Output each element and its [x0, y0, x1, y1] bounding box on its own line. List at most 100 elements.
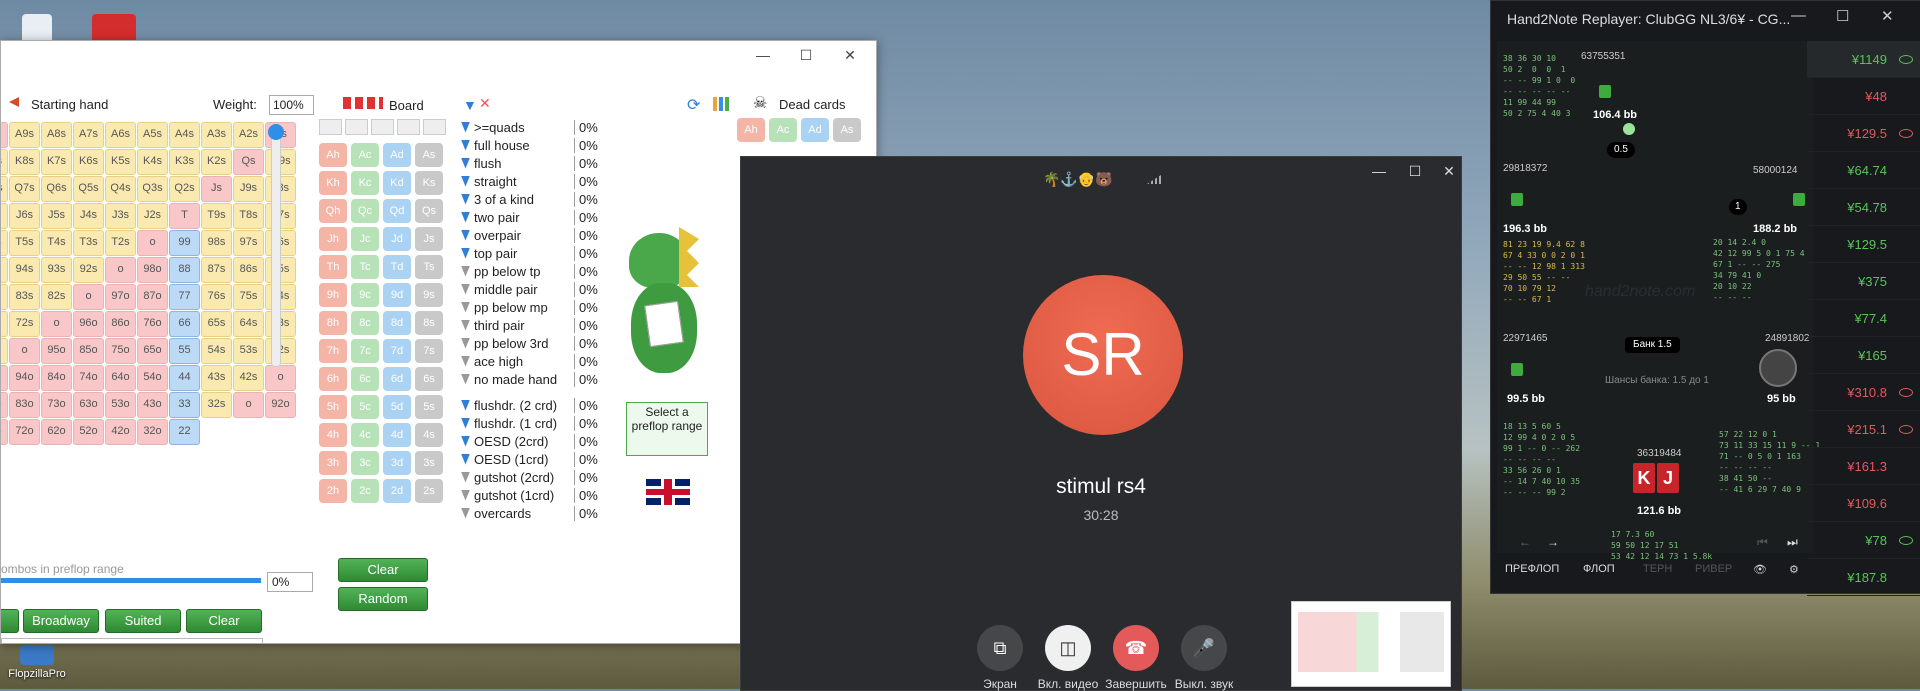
range-cell[interactable]: T2s	[105, 230, 136, 256]
board-card[interactable]: Kd	[383, 171, 411, 195]
board-card[interactable]: As	[415, 143, 443, 167]
board-card[interactable]: Td	[383, 255, 411, 279]
range-cell[interactable]: 33	[169, 392, 200, 418]
range-cell[interactable]: K3s	[169, 149, 200, 175]
filter-icon[interactable]	[461, 337, 470, 349]
range-cell[interactable]: Q5s	[73, 176, 104, 202]
uk-flag-icon[interactable]	[646, 479, 690, 505]
range-cell[interactable]: 62o	[41, 419, 72, 445]
range-cell[interactable]: 86s	[233, 257, 264, 283]
range-cell[interactable]: 94s	[9, 257, 40, 283]
hand-category-row[interactable]: straight 0%	[461, 172, 609, 190]
maximize-icon[interactable]: ☐	[1836, 7, 1849, 25]
range-cell[interactable]: o	[9, 338, 40, 364]
range-cell[interactable]: 97s	[233, 230, 264, 256]
close-icon[interactable]: ✕	[1435, 163, 1463, 180]
range-cell[interactable]: Q4s	[105, 176, 136, 202]
board-card[interactable]: Qc	[351, 199, 379, 223]
range-cell[interactable]: o	[137, 230, 168, 256]
range-grid[interactable]: TsA9sA8sA7sA6sA5sA4sA3sA2sKsK9sK8sK7sK6s…	[1, 122, 296, 445]
range-cell[interactable]: 93o	[1, 392, 8, 418]
tab-flop[interactable]: ФЛОП	[1583, 563, 1615, 575]
range-cell[interactable]: T	[169, 203, 200, 229]
board-card[interactable]: Th	[319, 255, 347, 279]
board-card[interactable]: 9d	[383, 283, 411, 307]
range-cell[interactable]: 85o	[73, 338, 104, 364]
range-cell[interactable]: Q3s	[137, 176, 168, 202]
tab-turn[interactable]: ТЕРН	[1643, 563, 1672, 575]
maximize-icon[interactable]: ☐	[794, 47, 818, 64]
range-cell[interactable]: o	[73, 284, 104, 310]
board-card[interactable]: Kc	[351, 171, 379, 195]
range-cell[interactable]: Ts	[1, 122, 8, 148]
range-cell[interactable]: T5s	[9, 230, 40, 256]
range-cell[interactable]: K8s	[9, 149, 40, 175]
range-cell[interactable]: o	[1, 365, 8, 391]
range-cell[interactable]: 73o	[41, 392, 72, 418]
hand-category-row[interactable]: pp below 3rd 0%	[461, 334, 609, 352]
filter-icon[interactable]	[461, 453, 470, 465]
dead-card[interactable]: Ad	[801, 118, 829, 142]
range-cell[interactable]: 53o	[105, 392, 136, 418]
board-card[interactable]: 3d	[383, 451, 411, 475]
range-cell[interactable]: J2s	[137, 203, 168, 229]
screen-share-button[interactable]: ⧉	[977, 625, 1023, 671]
range-cell[interactable]: A9s	[9, 122, 40, 148]
range-cell[interactable]: Js	[201, 176, 232, 202]
board-card[interactable]: 8c	[351, 311, 379, 335]
filter-icon[interactable]	[461, 247, 470, 259]
range-cell[interactable]: 99	[169, 230, 200, 256]
mute-button[interactable]: 🎤	[1181, 625, 1227, 671]
board-card[interactable]: Js	[415, 227, 443, 251]
filter-icon[interactable]	[461, 157, 470, 169]
board-card[interactable]: 2s	[415, 479, 443, 503]
session-item[interactable]: ¥64.74	[1807, 152, 1920, 189]
clear-filter-icon[interactable]: ✕	[479, 95, 491, 112]
range-cell[interactable]: Q8s	[1, 176, 8, 202]
board-card[interactable]: Jh	[319, 227, 347, 251]
range-cell[interactable]: 84s	[1, 284, 8, 310]
back-arrow-icon[interactable]	[9, 97, 19, 107]
board-card[interactable]: 6h	[319, 367, 347, 391]
board-card[interactable]: 3c	[351, 451, 379, 475]
hand-category-row[interactable]: two pair 0%	[461, 208, 609, 226]
self-preview-thumbnail[interactable]	[1291, 601, 1451, 687]
board-card[interactable]: 9s	[415, 283, 443, 307]
eye-icon[interactable]	[1899, 387, 1913, 397]
range-cell[interactable]: Q6s	[41, 176, 72, 202]
range-cell[interactable]: 63o	[73, 392, 104, 418]
range-cell[interactable]: 84o	[41, 365, 72, 391]
range-cell[interactable]: 72s	[9, 311, 40, 337]
board-card[interactable]: 5d	[383, 395, 411, 419]
range-cell[interactable]: 52o	[73, 419, 104, 445]
range-cell[interactable]: T3s	[73, 230, 104, 256]
filter-icon[interactable]	[461, 435, 470, 447]
range-cell[interactable]: 95s	[1, 257, 8, 283]
minimize-icon[interactable]: —	[1791, 7, 1806, 24]
range-cell[interactable]: A5s	[137, 122, 168, 148]
stats-icon[interactable]	[713, 97, 729, 111]
range-cell[interactable]: 77	[169, 284, 200, 310]
range-cell[interactable]: J9s	[233, 176, 264, 202]
hand-category-row[interactable]: 3 of a kind 0%	[461, 190, 609, 208]
board-card[interactable]: 4c	[351, 423, 379, 447]
filter-icon[interactable]	[461, 121, 470, 133]
session-item[interactable]: ¥1149	[1807, 41, 1920, 78]
session-item[interactable]: ¥129.5	[1807, 226, 1920, 263]
range-cell[interactable]: J4s	[73, 203, 104, 229]
board-card[interactable]: 5c	[351, 395, 379, 419]
board-slots[interactable]	[319, 119, 446, 135]
board-card[interactable]: Jc	[351, 227, 379, 251]
dead-card-picker[interactable]: Ah Ac Ad As	[737, 118, 861, 142]
suited-button[interactable]: Suited	[105, 609, 181, 633]
hand-category-row[interactable]: OESD (2crd) 0%	[461, 432, 609, 450]
filter-icon[interactable]	[461, 193, 470, 205]
video-button[interactable]: ◫	[1045, 625, 1091, 671]
board-card[interactable]: 9c	[351, 283, 379, 307]
dead-card[interactable]: As	[833, 118, 861, 142]
range-cell[interactable]: 88	[169, 257, 200, 283]
board-card[interactable]: 8s	[415, 311, 443, 335]
board-card[interactable]: 7s	[415, 339, 443, 363]
cards-icon[interactable]	[343, 97, 383, 109]
range-cell[interactable]: 97o	[105, 284, 136, 310]
